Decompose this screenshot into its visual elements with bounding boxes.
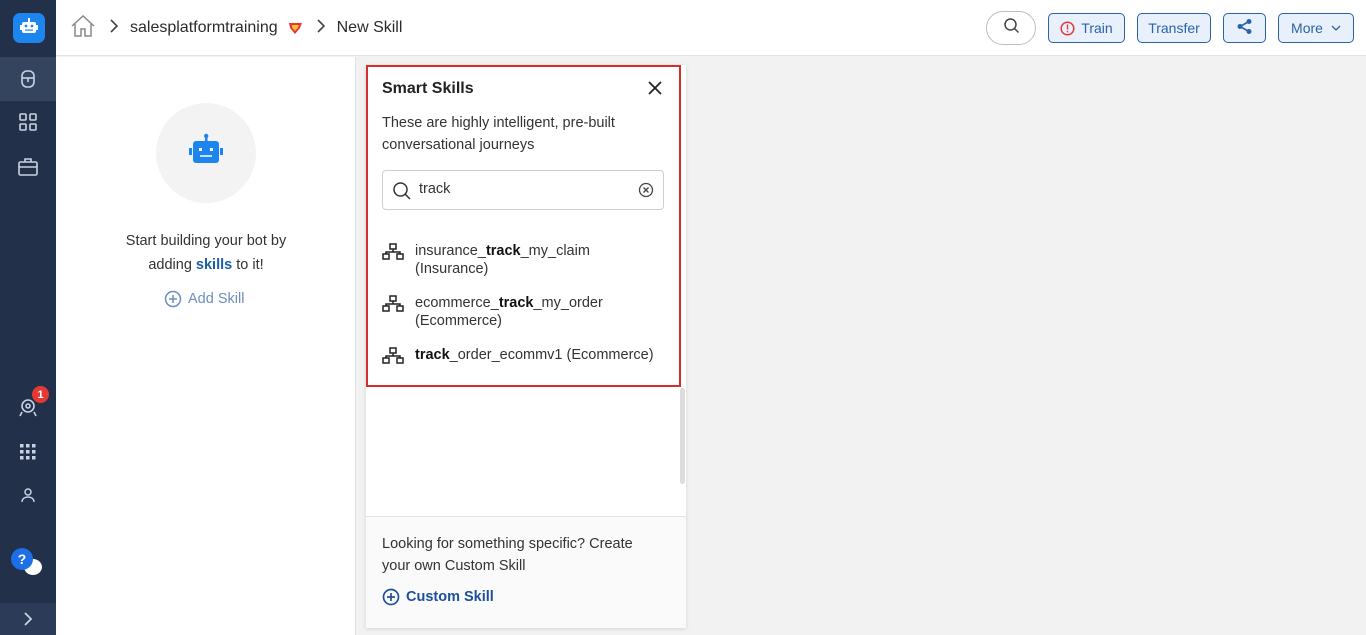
skill-name-match: track xyxy=(415,347,450,363)
robot-icon xyxy=(189,133,223,163)
left-rail: 1 ? xyxy=(0,0,56,635)
search-icon xyxy=(1003,17,1020,39)
superhero-emblem-icon xyxy=(288,22,303,35)
custom-skill-prompt: Looking for something specific? Create y… xyxy=(382,536,633,574)
chevron-right-icon xyxy=(317,18,325,38)
more-button[interactable]: More xyxy=(1278,13,1354,43)
plus-circle-icon xyxy=(164,290,182,308)
apps-grid-icon[interactable] xyxy=(0,100,56,144)
flow-diagram-icon xyxy=(382,295,404,313)
global-search-button[interactable] xyxy=(986,11,1036,45)
train-label: Train xyxy=(1081,20,1113,36)
smart-skills-description: These are highly intelligent, pre-built … xyxy=(382,115,615,153)
clear-search-icon[interactable] xyxy=(638,182,654,203)
custom-skill-label: Custom Skill xyxy=(406,589,494,605)
notification-badge: 1 xyxy=(32,386,49,403)
skill-result-item[interactable]: insurance_track_my_claim (Insurance) xyxy=(382,242,590,278)
breadcrumb-bot-name[interactable]: salesplatformtraining xyxy=(130,19,278,37)
skill-category: (Ecommerce) xyxy=(566,347,654,363)
breadcrumb-current-page: New Skill xyxy=(336,19,403,36)
add-skill-button[interactable]: Add Skill xyxy=(164,290,244,308)
add-skill-label: Add Skill xyxy=(188,291,245,307)
empty-state-message: Start building your bot by adding skills… xyxy=(56,229,356,277)
skills-panel: Start building your bot by adding skills… xyxy=(56,57,356,635)
transfer-button[interactable]: Transfer xyxy=(1137,13,1211,43)
app-logo-icon[interactable] xyxy=(13,13,45,43)
flow-diagram-icon xyxy=(382,243,404,261)
close-icon[interactable] xyxy=(645,78,665,98)
chevron-right-icon xyxy=(110,18,119,38)
custom-skill-button[interactable]: Custom Skill xyxy=(382,588,494,606)
share-icon xyxy=(1236,18,1253,38)
skill-name-suffix: _order_ecommv1 xyxy=(449,347,563,363)
flow-diagram-icon xyxy=(382,347,404,365)
skill-name-prefix: ecommerce_ xyxy=(415,295,499,311)
share-button[interactable] xyxy=(1223,13,1266,43)
search-value: track xyxy=(419,181,451,197)
smart-skills-title: Smart Skills xyxy=(382,80,474,97)
skill-name-match: track xyxy=(498,295,534,311)
skill-name-suffix: _my_claim xyxy=(520,243,590,259)
app-launcher-icon[interactable] xyxy=(0,430,56,474)
dropdown-scrollbar[interactable] xyxy=(680,388,685,484)
user-profile-icon[interactable] xyxy=(0,473,56,517)
chevron-down-icon xyxy=(1331,25,1341,31)
skill-name-prefix: insurance_ xyxy=(415,243,486,259)
transfer-label: Transfer xyxy=(1148,20,1200,36)
top-header: salesplatformtraining New Skill Train Tr… xyxy=(56,0,1366,56)
skill-result-item[interactable]: track_order_ecommv1 (Ecommerce) xyxy=(382,346,654,365)
briefcase-icon[interactable] xyxy=(0,145,56,189)
train-button[interactable]: Train xyxy=(1048,13,1125,43)
build-nav-icon[interactable] xyxy=(0,57,56,101)
plus-circle-icon xyxy=(382,588,400,606)
skill-name-suffix: _my_order xyxy=(533,295,603,311)
skill-name-match: track xyxy=(485,243,521,259)
skill-category: (Ecommerce) xyxy=(415,313,503,329)
empty-state-prefix: adding xyxy=(148,257,196,273)
help-icon[interactable]: ? xyxy=(11,548,33,570)
breadcrumb: salesplatformtraining New Skill xyxy=(70,14,402,42)
expand-rail-button[interactable] xyxy=(0,603,56,635)
empty-state-line1: Start building your bot by xyxy=(125,233,287,249)
skill-category: (Insurance) xyxy=(415,261,489,277)
skills-link[interactable]: skills xyxy=(196,257,232,273)
empty-state-suffix: to it! xyxy=(232,257,264,273)
search-icon xyxy=(392,181,412,206)
smart-skills-search-input[interactable]: track xyxy=(382,170,664,210)
bot-avatar xyxy=(156,103,256,203)
skill-result-item[interactable]: ecommerce_track_my_order (Ecommerce) xyxy=(382,294,603,330)
more-label: More xyxy=(1291,20,1323,36)
home-icon[interactable] xyxy=(70,14,96,43)
alert-icon xyxy=(1060,20,1075,36)
